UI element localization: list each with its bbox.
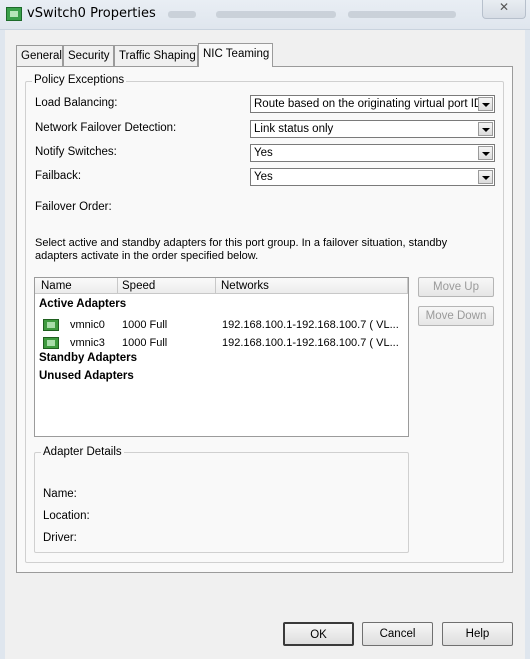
notify-switches-dropdown[interactable]: Yes (250, 144, 495, 162)
title-bar[interactable]: vSwitch0 Properties ✕ (0, 0, 530, 30)
column-divider[interactable] (215, 278, 216, 294)
standby-adapters-header: Standby Adapters (39, 352, 137, 364)
notify-switches-label: Notify Switches: (35, 146, 117, 158)
table-row[interactable]: vmnic0 1000 Full 192.168.100.1-192.168.1… (35, 316, 408, 333)
adapter-name: vmnic3 (70, 337, 105, 349)
nic-teaming-panel: Policy Exceptions Load Balancing: Route … (16, 66, 513, 573)
failover-order-label: Failover Order: (35, 201, 112, 213)
adapter-networks: 192.168.100.1-192.168.100.7 ( VL... (222, 337, 399, 349)
help-button[interactable]: Help (442, 622, 513, 646)
failover-description-line1: Select active and standby adapters for t… (35, 237, 448, 249)
chevron-down-icon[interactable] (478, 97, 493, 111)
adapter-order-list[interactable]: Name Speed Networks Active Adapters vmni… (34, 277, 409, 437)
window-title: vSwitch0 Properties (27, 6, 156, 21)
tab-label: Security (68, 50, 110, 62)
tab-general[interactable]: General (16, 45, 63, 66)
policy-exceptions-legend: Policy Exceptions (32, 74, 127, 86)
failover-detection-value: Link status only (254, 123, 334, 135)
failback-value: Yes (254, 171, 273, 183)
adapter-details-group (34, 452, 409, 553)
close-button[interactable]: ✕ (482, 0, 526, 19)
tab-security[interactable]: Security (63, 45, 114, 66)
adapter-details-legend: Adapter Details (41, 446, 124, 458)
load-balancing-value: Route based on the originating virtual p… (254, 98, 483, 110)
close-icon: ✕ (498, 0, 510, 14)
window-frame-left (0, 30, 5, 659)
adapter-networks: 192.168.100.1-192.168.100.7 ( VL... (222, 319, 399, 331)
chevron-down-icon[interactable] (478, 122, 493, 136)
network-adapter-icon (43, 319, 59, 331)
adapter-name-label: Name: (43, 488, 77, 500)
column-divider (407, 278, 408, 294)
load-balancing-label: Load Balancing: (35, 97, 118, 109)
column-divider[interactable] (117, 278, 118, 294)
table-row[interactable]: vmnic3 1000 Full 192.168.100.1-192.168.1… (35, 334, 408, 351)
window-frame-right (525, 30, 530, 659)
blurred-title-text (168, 11, 196, 18)
column-header-name[interactable]: Name (41, 280, 72, 292)
notify-switches-value: Yes (254, 147, 273, 159)
tab-traffic-shaping[interactable]: Traffic Shaping (114, 45, 198, 66)
move-up-button[interactable]: Move Up (418, 277, 494, 297)
adapter-speed: 1000 Full (122, 337, 168, 349)
vswitch-icon (6, 7, 22, 21)
failover-description-line2: adapters activate in the order specified… (35, 250, 259, 262)
blurred-title-text (348, 11, 456, 18)
column-header-networks[interactable]: Networks (221, 280, 269, 292)
load-balancing-dropdown[interactable]: Route based on the originating virtual p… (250, 95, 495, 113)
chevron-down-icon[interactable] (478, 146, 493, 160)
unused-adapters-header: Unused Adapters (39, 370, 134, 382)
adapter-location-label: Location: (43, 510, 90, 522)
tab-label: General (21, 50, 62, 62)
network-adapter-icon (43, 337, 59, 349)
failback-dropdown[interactable]: Yes (250, 168, 495, 186)
failover-detection-label: Network Failover Detection: (35, 122, 177, 134)
column-header-speed[interactable]: Speed (122, 280, 155, 292)
chevron-down-icon[interactable] (478, 170, 493, 184)
blurred-title-text (216, 11, 336, 18)
adapter-driver-label: Driver: (43, 532, 77, 544)
adapter-speed: 1000 Full (122, 319, 168, 331)
failover-detection-dropdown[interactable]: Link status only (250, 120, 495, 138)
tab-label: Traffic Shaping (119, 50, 196, 62)
tab-nic-teaming[interactable]: NIC Teaming (198, 43, 273, 67)
tab-label: NIC Teaming (203, 48, 270, 60)
cancel-button[interactable]: Cancel (362, 622, 433, 646)
move-down-button[interactable]: Move Down (418, 306, 494, 326)
adapter-name: vmnic0 (70, 319, 105, 331)
failback-label: Failback: (35, 170, 82, 182)
active-adapters-header: Active Adapters (39, 298, 127, 310)
ok-button[interactable]: OK (283, 622, 354, 646)
list-header: Name Speed Networks (35, 278, 408, 294)
